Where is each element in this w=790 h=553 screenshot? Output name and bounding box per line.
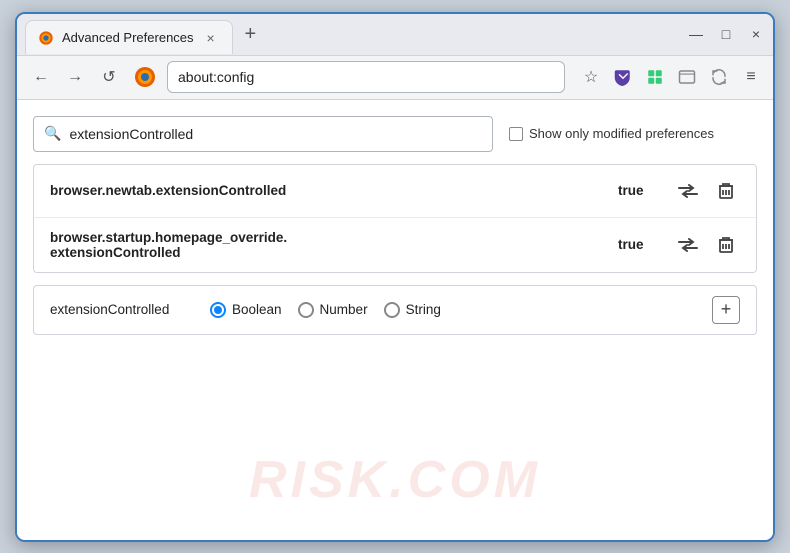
tab-close-button[interactable]: ×	[202, 29, 220, 47]
pref-value: true	[618, 237, 658, 252]
firefox-logo-icon	[133, 65, 157, 89]
tab-title: Advanced Preferences	[62, 30, 194, 45]
title-bar: Advanced Preferences × + — □ ×	[17, 14, 773, 56]
minimize-button[interactable]: —	[687, 25, 705, 43]
search-box[interactable]: 🔍 extensionControlled	[33, 116, 493, 152]
nav-icon-group: ☆ ≡	[579, 65, 763, 89]
type-radio-group: Boolean Number String	[210, 302, 441, 318]
menu-icon[interactable]: ≡	[739, 65, 763, 89]
number-radio[interactable]: Number	[298, 302, 368, 318]
toggle-button[interactable]	[674, 177, 702, 205]
boolean-radio-inner	[214, 306, 222, 314]
delete-button[interactable]	[712, 177, 740, 205]
address-bar[interactable]: about:config	[167, 61, 565, 93]
pref-name: browser.startup.homepage_override. exten…	[50, 230, 618, 260]
show-modified-checkbox[interactable]	[509, 127, 523, 141]
delete-button[interactable]	[712, 231, 740, 259]
show-modified-option[interactable]: Show only modified preferences	[509, 126, 714, 141]
pref-value: true	[618, 183, 658, 198]
boolean-radio[interactable]: Boolean	[210, 302, 282, 318]
back-button[interactable]: ←	[27, 63, 55, 91]
string-radio-button[interactable]	[384, 302, 400, 318]
pocket-icon[interactable]	[611, 65, 635, 89]
content-area: 🔍 extensionControlled Show only modified…	[17, 100, 773, 540]
new-tab-button[interactable]: +	[239, 24, 263, 44]
string-label: String	[406, 302, 441, 317]
maximize-button[interactable]: □	[717, 25, 735, 43]
new-pref-name: extensionControlled	[50, 302, 190, 317]
pref-name: browser.newtab.extensionControlled	[50, 183, 618, 198]
boolean-radio-button[interactable]	[210, 302, 226, 318]
extension-icon[interactable]	[643, 65, 667, 89]
search-row: 🔍 extensionControlled Show only modified…	[33, 116, 757, 152]
search-icon: 🔍	[44, 125, 61, 142]
watermark: RISK.COM	[249, 450, 541, 510]
new-preference-row: extensionControlled Boolean Number Strin…	[33, 285, 757, 335]
browser-tab[interactable]: Advanced Preferences ×	[25, 20, 233, 54]
number-label: Number	[320, 302, 368, 317]
show-modified-label: Show only modified preferences	[529, 126, 714, 141]
add-preference-button[interactable]: +	[712, 296, 740, 324]
bookmark-icon[interactable]: ☆	[579, 65, 603, 89]
tab-favicon-icon	[38, 30, 54, 46]
sync-icon[interactable]	[707, 65, 731, 89]
pref-actions	[674, 177, 740, 205]
search-input-value[interactable]: extensionControlled	[69, 126, 193, 142]
forward-button[interactable]: →	[61, 63, 89, 91]
close-button[interactable]: ×	[747, 25, 765, 43]
address-text: about:config	[178, 69, 254, 85]
preferences-table: browser.newtab.extensionControlled true	[33, 164, 757, 273]
browser-window: Advanced Preferences × + — □ × ← → ↺ abo…	[15, 12, 775, 542]
table-row: browser.newtab.extensionControlled true	[34, 165, 756, 218]
profile-icon[interactable]	[675, 65, 699, 89]
window-controls: — □ ×	[687, 25, 765, 43]
boolean-label: Boolean	[232, 302, 282, 317]
string-radio[interactable]: String	[384, 302, 441, 318]
refresh-button[interactable]: ↺	[95, 63, 123, 91]
toggle-button[interactable]	[674, 231, 702, 259]
navigation-bar: ← → ↺ about:config ☆	[17, 56, 773, 100]
number-radio-button[interactable]	[298, 302, 314, 318]
pref-actions	[674, 231, 740, 259]
table-row: browser.startup.homepage_override. exten…	[34, 218, 756, 272]
